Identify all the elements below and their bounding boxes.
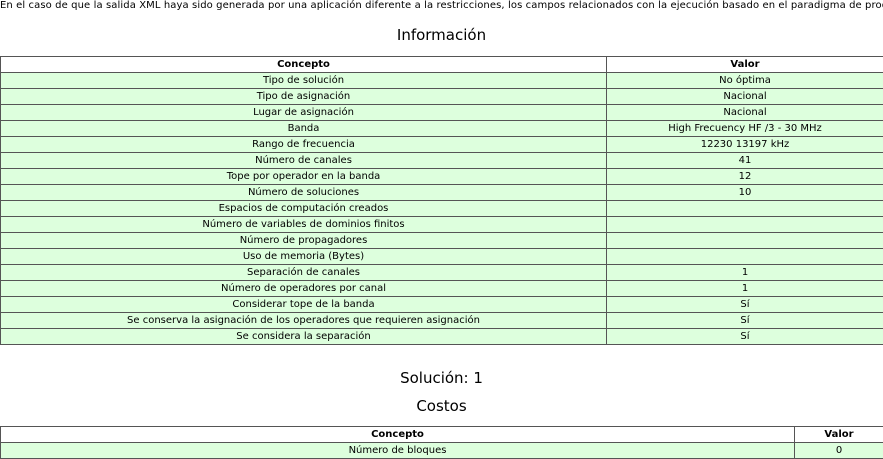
table-row: Lugar de asignación Nacional — [0, 104, 883, 121]
concepto-cell: Uso de memoria (Bytes) — [0, 248, 607, 265]
info-section-title: Información — [396, 26, 487, 44]
concepto-cell: Número de bloques — [0, 442, 795, 459]
table-row: Espacios de computación creados — [0, 200, 883, 217]
table-row: Número de variables de dominios finitos — [0, 216, 883, 233]
table-row: Tipo de asignación Nacional — [0, 88, 883, 105]
table-row: Considerar tope de la banda Sí — [0, 296, 883, 313]
valor-cell — [606, 232, 883, 249]
concepto-cell: Número de variables de dominios finitos — [0, 216, 607, 233]
notice-text: En el caso de que la salida XML haya sid… — [0, 0, 883, 11]
concepto-cell: Número de soluciones — [0, 184, 607, 201]
valor-cell: 41 — [606, 152, 883, 169]
solution-title: Solución: 1 — [400, 369, 483, 387]
valor-cell — [606, 200, 883, 217]
concepto-cell: Tipo de asignación — [0, 88, 607, 105]
valor-cell: Nacional — [606, 104, 883, 121]
costs-table: Concepto Valor Número de bloques 0 — [0, 426, 883, 459]
concepto-cell: Tipo de solución — [0, 72, 607, 89]
concepto-cell: Banda — [0, 120, 607, 137]
table-row: Banda High Frecuency HF /3 - 30 MHz — [0, 120, 883, 137]
concepto-cell: Lugar de asignación — [0, 104, 607, 121]
valor-cell: 12230 13197 kHz — [606, 136, 883, 153]
valor-cell: Sí — [606, 328, 883, 345]
valor-cell: Sí — [606, 312, 883, 329]
valor-cell: No óptima — [606, 72, 883, 89]
table-row: Tope por operador en la banda 12 — [0, 168, 883, 185]
table-row: Número de canales 41 — [0, 152, 883, 169]
concepto-cell: Tope por operador en la banda — [0, 168, 607, 185]
concepto-cell: Rango de frecuencia — [0, 136, 607, 153]
concepto-cell: Se considera la separación — [0, 328, 607, 345]
concepto-cell: Considerar tope de la banda — [0, 296, 607, 313]
column-header-valor: Valor — [794, 426, 883, 443]
valor-cell — [606, 216, 883, 233]
table-row: Separación de canales 1 — [0, 264, 883, 281]
valor-cell: 1 — [606, 264, 883, 281]
valor-cell: High Frecuency HF /3 - 30 MHz — [606, 120, 883, 137]
valor-cell: 1 — [606, 280, 883, 297]
table-row: Se considera la separación Sí — [0, 328, 883, 345]
concepto-cell: Separación de canales — [0, 264, 607, 281]
table-row: Número de bloques 0 — [0, 442, 883, 459]
info-table: Concepto Valor Tipo de solución No óptima… — [0, 56, 883, 345]
column-header-concepto: Concepto — [0, 56, 607, 73]
valor-cell: 10 — [606, 184, 883, 201]
concepto-cell: Espacios de computación creados — [0, 200, 607, 217]
column-header-valor: Valor — [606, 56, 883, 73]
valor-cell: Nacional — [606, 88, 883, 105]
valor-cell: 0 — [794, 442, 883, 459]
table-row: Se conserva la asignación de los operado… — [0, 312, 883, 329]
table-row: Uso de memoria (Bytes) — [0, 248, 883, 265]
valor-cell: 12 — [606, 168, 883, 185]
table-row: Tipo de solución No óptima — [0, 72, 883, 89]
costs-section-title: Costos — [416, 397, 467, 415]
concepto-cell: Se conserva la asignación de los operado… — [0, 312, 607, 329]
info-table-header-row: Concepto Valor — [0, 56, 883, 73]
concepto-cell: Número de operadores por canal — [0, 280, 607, 297]
table-row: Número de propagadores — [0, 232, 883, 249]
concepto-cell: Número de propagadores — [0, 232, 607, 249]
column-header-concepto: Concepto — [0, 426, 795, 443]
valor-cell — [606, 248, 883, 265]
costs-table-header-row: Concepto Valor — [0, 426, 883, 443]
valor-cell: Sí — [606, 296, 883, 313]
table-row: Rango de frecuencia 12230 13197 kHz — [0, 136, 883, 153]
concepto-cell: Número de canales — [0, 152, 607, 169]
table-row: Número de soluciones 10 — [0, 184, 883, 201]
table-row: Número de operadores por canal 1 — [0, 280, 883, 297]
